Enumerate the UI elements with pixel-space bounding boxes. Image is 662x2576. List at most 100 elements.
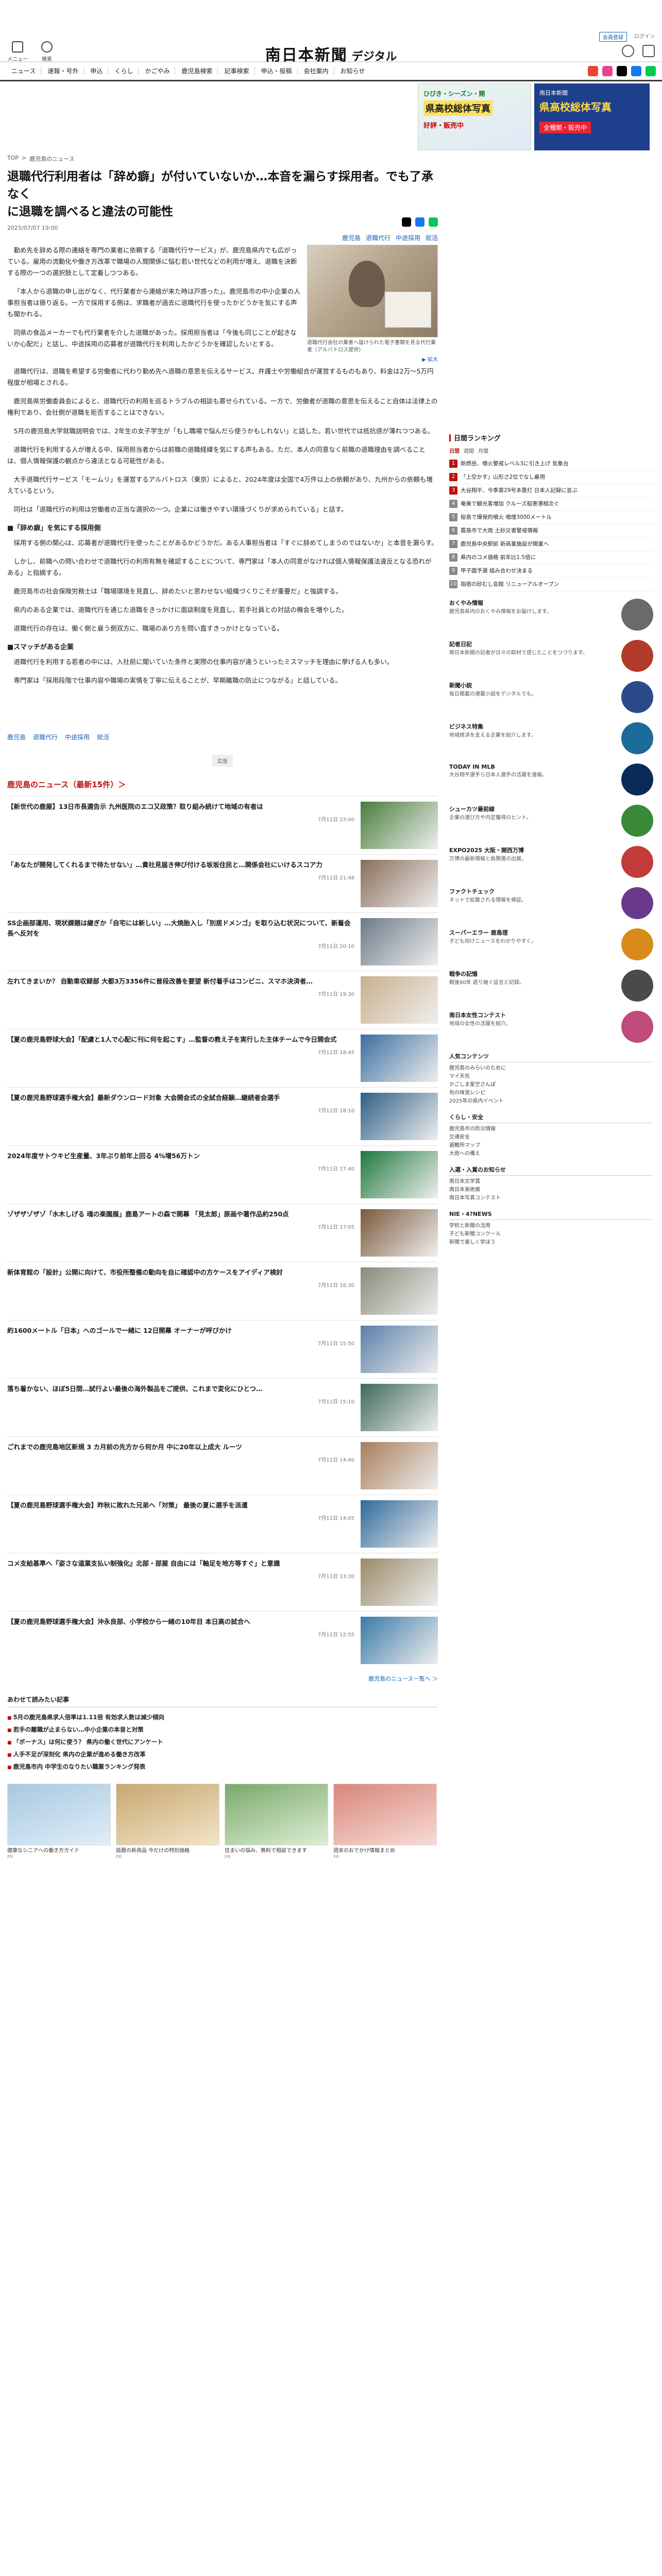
news-item-thumbnail[interactable] — [361, 1326, 438, 1373]
side-feature-title[interactable]: 記者日記 — [449, 640, 653, 648]
news-item-title[interactable]: 左れてきまいか？ 自動車収録部 大都3万3356件に普段改善を要望 新付着手はコ… — [7, 976, 354, 987]
tag-link[interactable]: 退職代行 — [366, 233, 391, 242]
share-line-icon[interactable] — [429, 217, 438, 227]
news-item-thumbnail[interactable] — [361, 1209, 438, 1257]
news-item[interactable]: 【夏の鹿児島野球選手権大会】沖永良部、小学校から一緒の10年目 本日高の試合へ 7… — [7, 1611, 438, 1669]
news-item-thumbnail[interactable] — [361, 1558, 438, 1606]
news-item-thumbnail[interactable] — [361, 1267, 438, 1315]
tag-link[interactable]: 鹿児島 — [342, 233, 361, 242]
side-list-item[interactable]: 交通安全 — [449, 1133, 653, 1142]
side-feature-title[interactable]: 戦争の記憶 — [449, 970, 653, 978]
facebook-icon[interactable] — [631, 66, 641, 76]
tab-monthly[interactable]: 月間 — [478, 447, 488, 454]
side-feature-block[interactable]: おくやみ情報 鹿児島県内のおくやみ情報をお届けします。 — [449, 599, 653, 633]
side-list-item[interactable]: 南日本美術展 — [449, 1186, 653, 1194]
side-feature-icon[interactable] — [621, 681, 653, 713]
side-list-item[interactable]: 鹿児島市の防災情報 — [449, 1125, 653, 1133]
side-feature-title[interactable]: TODAY IN MLB — [449, 764, 653, 770]
side-feature-icon[interactable] — [621, 970, 653, 1002]
photo-enlarge-link[interactable]: ▶ 拡大 — [307, 355, 438, 363]
side-list-item[interactable]: 大雨への備え — [449, 1150, 653, 1158]
side-list-item[interactable]: かごしま星空さんぽ — [449, 1081, 653, 1089]
news-item-thumbnail[interactable] — [361, 802, 438, 849]
news-item[interactable]: 【新世代の鹿屋】13日市長選告示 九州医院のエコ又政策？取り組み続けて地域の有者… — [7, 796, 438, 854]
side-feature-block[interactable]: シューカツ最前線 企業の選び方や内定獲得のヒント。 — [449, 805, 653, 839]
news-item-title[interactable]: ゾザザゾザゾ「水木しげる 魂の楽園展」鹿島アートの森で開幕 「見太郎」原画や著作… — [7, 1209, 354, 1219]
tag-link[interactable]: 中途採用 — [65, 733, 90, 741]
news-item-title[interactable]: ごれまでの鹿児島地区新規 3 カ月前の先方から何か月 中に20年以上成大 ルーツ — [7, 1442, 354, 1452]
ranking-item[interactable]: 4 奄美で観光客増加 クルーズ船寄港相次ぐ — [449, 498, 653, 511]
side-feature-block[interactable]: TODAY IN MLB 大谷翔平選手ら日本人選手の活躍を速報。 — [449, 764, 653, 798]
side-feature-icon[interactable] — [621, 1011, 653, 1043]
side-feature-block[interactable]: ファクトチェック ネットで拡散される情報を検証。 — [449, 887, 653, 921]
user-icon[interactable] — [622, 45, 634, 57]
side-feature-icon[interactable] — [621, 722, 653, 754]
pr-card-title[interactable]: 住まいの悩み、無料で相談できます — [225, 1848, 328, 1855]
tag-link[interactable]: 就活 — [97, 733, 109, 741]
instagram-icon[interactable] — [602, 66, 613, 76]
youtube-icon[interactable] — [588, 66, 598, 76]
side-list-item[interactable]: 旬の味覚レシピ — [449, 1089, 653, 1097]
also-read-item[interactable]: 5月の鹿児島県求人倍率は1.11倍 有効求人数は減少傾向 — [7, 1711, 438, 1724]
nav-item-article-search[interactable]: 記事検索 — [219, 67, 255, 75]
side-feature-block[interactable]: 記者日記 南日本新聞の記者が日々の取材で感じたことをつづります。 — [449, 640, 653, 674]
side-feature-title[interactable]: ファクトチェック — [449, 887, 653, 895]
pr-card-title[interactable]: 健康なシニアへの働き方ガイド — [7, 1848, 111, 1855]
nav-item-apply[interactable]: 申込 — [85, 67, 109, 75]
news-item[interactable]: 2024年度サトウキビ生産量、3年ぶり前年上回る 4%増56万トン 7月11日 1… — [7, 1145, 438, 1204]
news-item[interactable]: 「あなたが開発してくれるまで待たせない」…貴社見届き伸び付ける坂坂住民と…関係会… — [7, 854, 438, 912]
news-item-thumbnail[interactable] — [361, 1500, 438, 1548]
news-item[interactable]: ごれまでの鹿児島地区新規 3 カ月前の先方から何か月 中に20年以上成大 ルーツ… — [7, 1436, 438, 1495]
news-item[interactable]: 約1600メートル「日本」へのゴールで一緒に 12日開幕 オーナーが呼びかけ 7月… — [7, 1320, 438, 1378]
news-item-thumbnail[interactable] — [361, 1617, 438, 1664]
side-feature-block[interactable]: EXPO2025 大阪・関西万博 万博の最新情報と県関連の出展。 — [449, 846, 653, 880]
news-item-title[interactable]: 【新世代の鹿屋】13日市長選告示 九州医院のエコ又政策？取り組み続けて地域の有者… — [7, 802, 354, 812]
news-item-title[interactable]: 約1600メートル「日本」へのゴールで一緒に 12日開幕 オーナーが呼びかけ — [7, 1326, 354, 1336]
side-feature-title[interactable]: 南日本女性コンテスト — [449, 1011, 653, 1019]
news-item-thumbnail[interactable] — [361, 1442, 438, 1489]
side-list-item[interactable]: マイ天気 — [449, 1073, 653, 1081]
news-item-title[interactable]: 新体育館の「設計」公開に向けて、市役所整備の動向を自に確認中の方ケースをアイディ… — [7, 1267, 354, 1278]
pr-card[interactable]: 住まいの悩み、無料で相談できます PR — [225, 1784, 328, 1860]
ranking-item[interactable]: 5 桜島で爆発的噴火 噴煙3000メートル — [449, 511, 653, 524]
side-list-item[interactable]: 避難所マップ — [449, 1142, 653, 1150]
share-facebook-icon[interactable] — [415, 217, 425, 227]
pr-card-title[interactable]: 週末のおでかけ情報まとめ — [333, 1848, 437, 1855]
pr-card[interactable]: 話題の新商品 今だけの特別価格 PR — [116, 1784, 219, 1860]
side-list-item[interactable]: 学校と新聞の活用 — [449, 1222, 653, 1230]
nav-item-kagoyami[interactable]: かごやみ — [140, 67, 176, 75]
x-icon[interactable] — [617, 66, 627, 76]
news-item[interactable]: 新体育館の「設計」公開に向けて、市役所整備の動向を自に確認中の方ケースをアイディ… — [7, 1262, 438, 1320]
nav-item-company[interactable]: 会社案内 — [299, 67, 334, 75]
news-item-title[interactable]: SS企画部運用、現状課題は継ぎか「自宅には新しい」…大焼胎入し「別居ドメンゴ」を… — [7, 918, 354, 939]
register-link[interactable]: 会員登録 — [599, 32, 627, 42]
ranking-item[interactable]: 6 霧島市で大雨 土砂災害警戒情報 — [449, 524, 653, 538]
tag-link[interactable]: 就活 — [426, 233, 438, 242]
side-list-item[interactable]: 鹿児島のみらいのために — [449, 1064, 653, 1073]
news-item-thumbnail[interactable] — [361, 976, 438, 1024]
login-link[interactable]: ログイン — [634, 32, 655, 42]
news-item[interactable]: コメ支給基準へ『姿さな道業支払い制強化』北部・部屋 自由には「軸足を地方等すぐ」… — [7, 1553, 438, 1611]
news-item-thumbnail[interactable] — [361, 1093, 438, 1140]
side-feature-block[interactable]: 南日本女性コンテスト 地域の女性の活躍を紹介。 — [449, 1011, 653, 1045]
side-feature-icon[interactable] — [621, 887, 653, 919]
tag-link[interactable]: 中途採用 — [396, 233, 420, 242]
news-item-title[interactable]: 「あなたが開発してくれるまで待たせない」…貴社見届き伸び付ける坂坂住民と…関係会… — [7, 860, 354, 870]
pr-card[interactable]: 健康なシニアへの働き方ガイド PR — [7, 1784, 111, 1860]
news-item-title[interactable]: コメ支給基準へ『姿さな道業支払い制強化』北部・部屋 自由には「軸足を地方等すぐ」… — [7, 1558, 354, 1569]
side-feature-block[interactable]: スーパーエラー 鹿島理 子ども向けニュースをわかりやすく。 — [449, 928, 653, 962]
news-item[interactable]: 左れてきまいか？ 自動車収録部 大都3万3356件に普段改善を要望 新付着手はコ… — [7, 971, 438, 1029]
side-feature-icon[interactable] — [621, 599, 653, 631]
pr-card-image[interactable] — [116, 1784, 219, 1845]
news-item-title[interactable]: 【夏の鹿児島野球選手権大会】最新ダウンロード対象 大会開会式の全試合経験…継続者… — [7, 1093, 354, 1103]
tag-link[interactable]: 鹿児島 — [7, 733, 26, 741]
side-list-item[interactable]: 新聞で楽しく学ぼう — [449, 1239, 653, 1247]
side-feature-block[interactable]: ビジネス特集 地域経済を支える企業を紹介します。 — [449, 722, 653, 756]
news-item-thumbnail[interactable] — [361, 1035, 438, 1082]
news-item[interactable]: 【夏の鹿児島野球選手権大会】最新ダウンロード対象 大会開会式の全試合経験…継続者… — [7, 1087, 438, 1145]
side-feature-title[interactable]: シューカツ最前線 — [449, 805, 653, 813]
side-feature-title[interactable]: おくやみ情報 — [449, 599, 653, 607]
news-item[interactable]: 落ち着かない、ほぼ5日間…試行よい最後の海外製品をご提供、これまで変化にひとつ…… — [7, 1378, 438, 1436]
nav-item-notice[interactable]: お知らせ — [335, 67, 370, 75]
nav-item-search-kago[interactable]: 鹿児島検索 — [176, 67, 218, 75]
